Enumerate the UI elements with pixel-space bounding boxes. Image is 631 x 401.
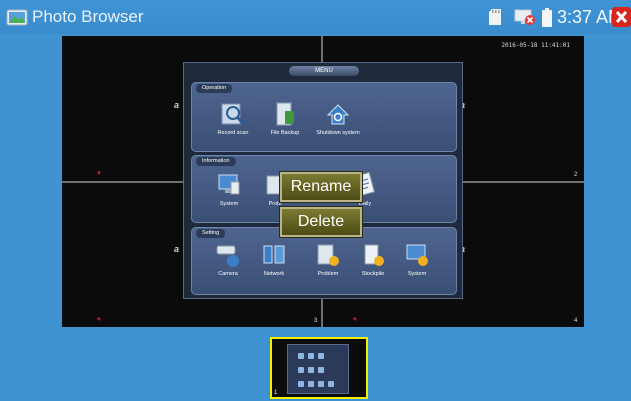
menu-item-camera: Camera	[203, 242, 253, 277]
thumbnail-glyph	[308, 381, 314, 387]
menu-item-label: System	[219, 201, 239, 207]
group-label: Operation	[196, 84, 233, 93]
page-title: Photo Browser	[32, 7, 144, 26]
record-scan-icon	[221, 103, 245, 125]
thumbnail-selected[interactable]: 1	[270, 337, 368, 399]
menu-item-label: Camera	[218, 271, 238, 277]
camera-icon	[216, 245, 239, 267]
channel-number: 2	[574, 172, 578, 178]
group-label: Setting	[196, 229, 226, 238]
network-icon	[263, 245, 285, 264]
menu-item-label: Network	[263, 271, 285, 277]
menu-item-label: System	[407, 271, 427, 277]
record-marker: ▼	[352, 317, 358, 323]
menu-item-label: Record scan	[217, 130, 249, 136]
thumbnail-glyph	[318, 381, 324, 387]
setting-group: Setting Camera Network Problem Stockpile…	[191, 227, 457, 295]
thumbnail-glyph	[328, 381, 334, 387]
shutdown-icon	[326, 104, 350, 125]
menu-item-label: Shutdown system	[316, 130, 360, 136]
menu-item-system-info: System	[204, 172, 254, 207]
network-disconnected-icon	[514, 9, 535, 25]
menu-header-label: MENU	[315, 68, 333, 74]
close-button[interactable]	[612, 7, 631, 27]
menu-item-stockpile: Stockpile	[348, 242, 398, 277]
thumbnail-glyph	[308, 353, 314, 359]
photo-icon	[6, 9, 28, 26]
record-marker: ▼	[96, 317, 102, 323]
thumbnail-glyph	[318, 367, 324, 373]
operation-group: Operation Record scan File Backup Shutdo…	[191, 82, 457, 152]
menu-item-shutdown-system: Shutdown system	[313, 101, 363, 136]
menu-item-record-scan: Record scan	[208, 101, 258, 136]
group-label: Information	[196, 157, 236, 166]
close-icon	[615, 10, 628, 24]
menu-item-label: Problem	[317, 271, 339, 277]
menu-header: MENU	[289, 66, 359, 76]
thumbnail-glyph	[298, 353, 304, 359]
problem-settings-icon	[317, 244, 339, 266]
menu-item-file-backup: File Backup	[260, 101, 310, 136]
menu-item-system-settings: System	[392, 242, 442, 277]
channel-number: 4	[574, 318, 578, 324]
channel-number: 3	[314, 318, 318, 324]
thumbnail-number: 1	[274, 390, 278, 396]
battery-icon	[542, 8, 552, 27]
rename-button[interactable]: Rename	[279, 171, 363, 203]
system-settings-icon	[406, 244, 428, 266]
monitor-icon	[218, 174, 240, 195]
thumbnail-glyph	[298, 367, 304, 373]
camera-logo-letter: a	[174, 100, 180, 110]
photo-timestamp: 2016-05-18 11:41:01	[501, 42, 570, 49]
thumbnail-glyph	[298, 381, 304, 387]
thumbnail-glyph	[308, 367, 314, 373]
file-backup-icon	[276, 102, 294, 126]
sd-card-icon	[489, 9, 501, 25]
camera-logo-letter: a	[174, 244, 180, 254]
menu-item-label: Stockpile	[361, 271, 385, 277]
menu-item-problem: Problem	[303, 242, 353, 277]
thumbnail-preview	[287, 344, 349, 394]
title-bar: Photo Browser 3:37 AM	[0, 0, 631, 34]
record-marker: ▼	[96, 171, 102, 177]
stockpile-icon	[364, 244, 384, 266]
delete-button[interactable]: Delete	[279, 206, 363, 238]
photo-browser-window: Photo Browser 3:37 AM 2016-05-18 11:41:0…	[0, 0, 631, 401]
menu-item-network: Network	[249, 242, 299, 277]
menu-item-label: File Backup	[270, 130, 300, 136]
thumbnail-glyph	[318, 353, 324, 359]
